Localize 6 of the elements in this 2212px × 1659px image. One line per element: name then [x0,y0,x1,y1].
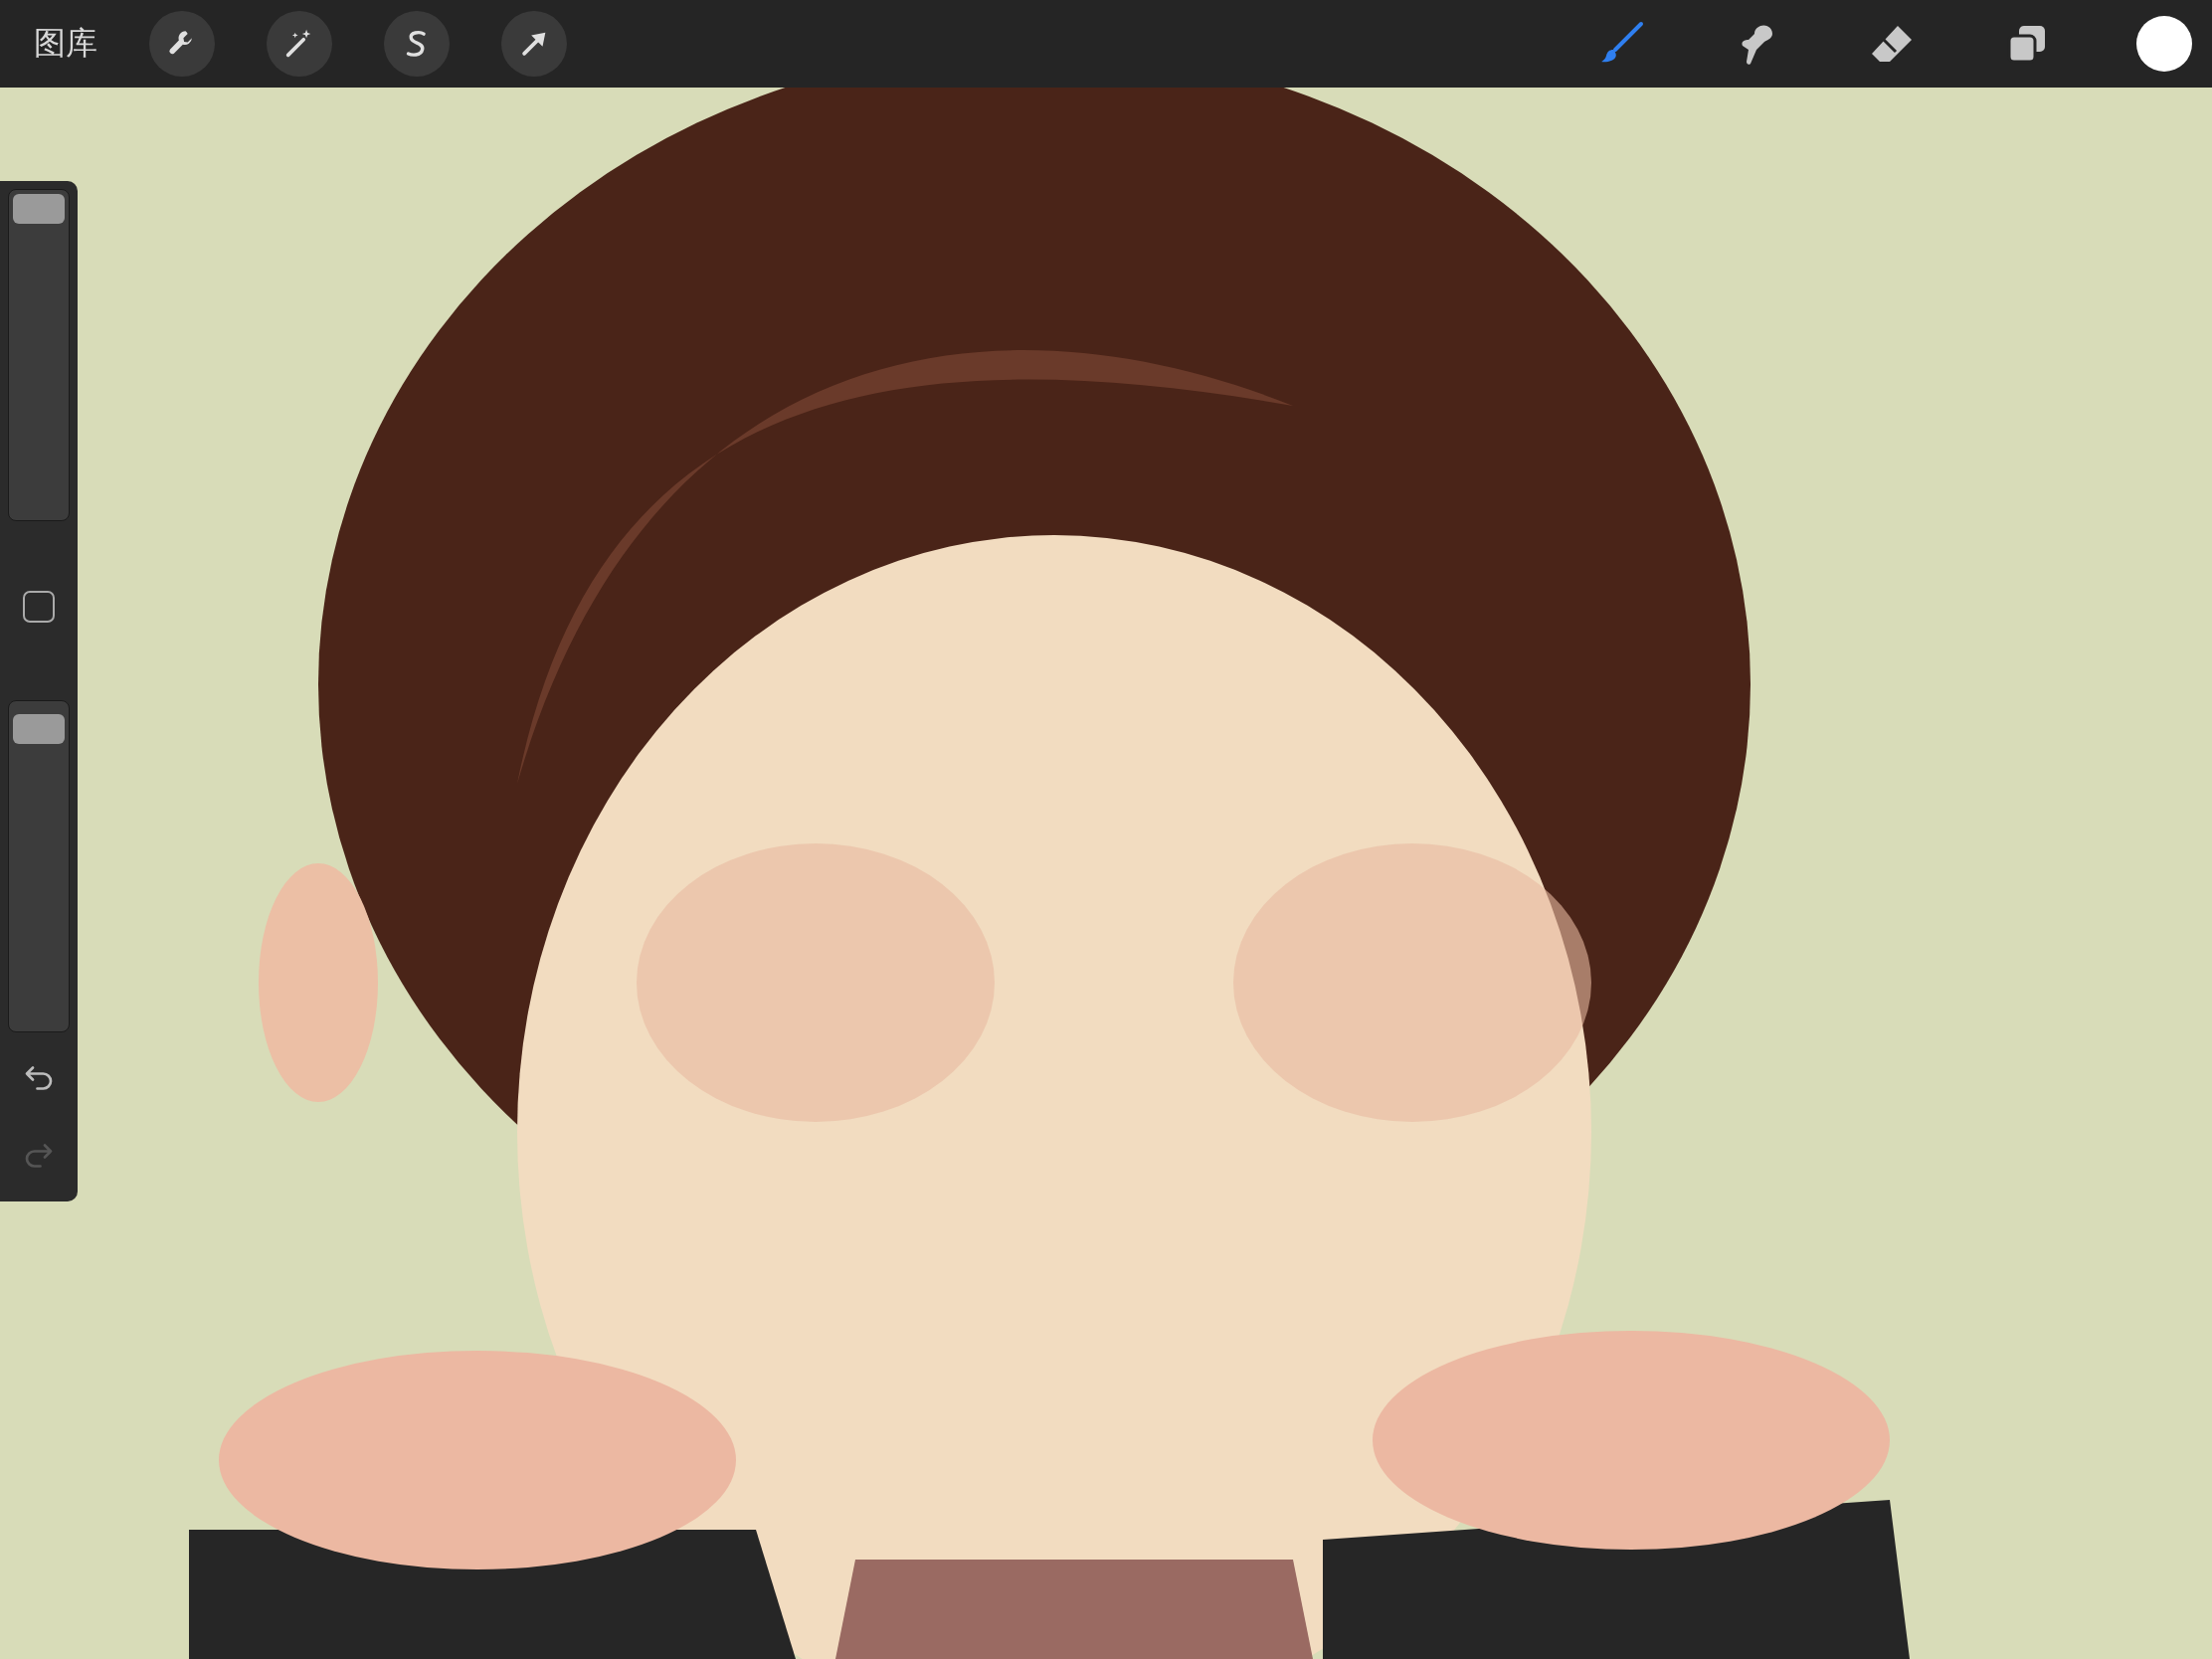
opacity-slider[interactable] [8,700,70,1032]
slider-thumb[interactable] [13,194,65,224]
brush-size-slider[interactable] [8,189,70,521]
slider-thumb[interactable] [13,713,65,744]
color-swatch[interactable] [2136,16,2192,72]
gallery-button[interactable]: 图库 [34,22,97,66]
